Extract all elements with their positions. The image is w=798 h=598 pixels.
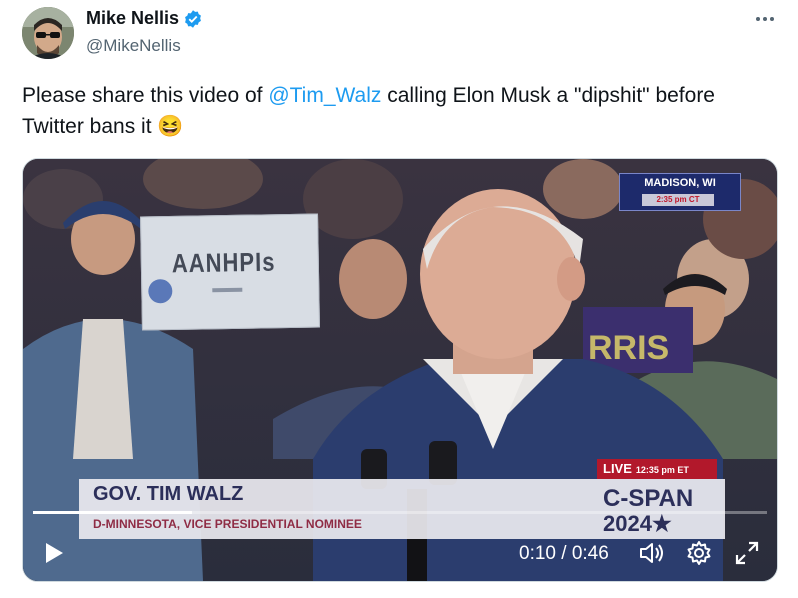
volume-button[interactable] [637, 539, 665, 567]
author-name[interactable]: Mike Nellis [86, 8, 179, 29]
more-button[interactable] [752, 6, 778, 32]
progress-fill [33, 511, 193, 514]
duration: 0:46 [571, 543, 609, 564]
author-avatar[interactable] [22, 7, 74, 59]
video-time: 0:10 / 0:46 [519, 543, 609, 565]
tweet-text-before: Please share this video of [22, 84, 269, 107]
mention-link[interactable]: @Tim_Walz [268, 84, 381, 107]
crowd-sign: AANHPIs [140, 213, 320, 331]
author-name-row[interactable]: Mike Nellis [86, 8, 203, 29]
live-time: 12:35 pm ET [635, 465, 689, 475]
network-year: 2024★ [603, 511, 672, 536]
location-time: 2:35 pm CT [642, 194, 714, 206]
progress-bar[interactable] [33, 511, 767, 514]
fullscreen-button[interactable] [733, 539, 761, 567]
verified-badge-icon [185, 9, 201, 28]
fullscreen-icon [735, 541, 759, 565]
location-city: MADISON, WI [644, 177, 716, 189]
time-separator: / [561, 543, 567, 564]
live-label: LIVE [603, 461, 632, 476]
lower-third-name: GOV. TIM WALZ [93, 483, 244, 505]
location-badge: MADISON, WI 2:35 pm CT [619, 173, 741, 211]
settings-button[interactable] [685, 539, 713, 567]
volume-icon [640, 543, 663, 563]
background-sign-text: RRIS [588, 329, 669, 367]
current-time: 0:10 [519, 543, 556, 564]
laughing-emoji-icon: 😆 [157, 115, 184, 138]
live-badge: LIVE 12:35 pm ET [597, 459, 717, 479]
author-handle[interactable]: @MikeNellis [86, 36, 181, 56]
network-logo: C-SPAN [603, 485, 694, 512]
video-player[interactable]: RRIS MADISON, WI 2:35 pm CT AANHPIs GOV.… [22, 158, 778, 582]
avatar-image [22, 7, 74, 59]
lower-third-subtitle: D-MINNESOTA, VICE PRESIDENTIAL NOMINEE [93, 517, 362, 531]
play-button[interactable] [39, 539, 67, 567]
crowd-sign-text: AANHPIs [171, 246, 276, 279]
gear-icon [687, 541, 711, 565]
play-icon [46, 543, 63, 563]
more-icon [756, 17, 774, 21]
tweet-text: Please share this video of @Tim_Walz cal… [22, 80, 782, 142]
